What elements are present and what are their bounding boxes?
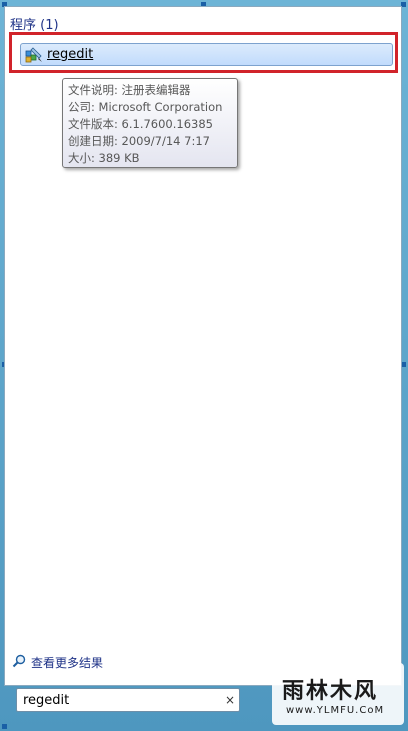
see-more-results-label: 查看更多结果 — [31, 656, 104, 670]
clear-search-icon[interactable]: × — [221, 693, 239, 707]
resize-handle-bottom-left[interactable] — [2, 724, 7, 729]
programs-section-title: 程序 (1) — [10, 18, 59, 33]
tooltip-file-description: 文件说明: 注册表编辑器 — [68, 83, 191, 97]
search-icon — [12, 653, 26, 672]
search-input[interactable]: regedit × — [16, 688, 240, 712]
tooltip-created-date: 创建日期: 2009/7/14 7:17 — [68, 134, 210, 148]
search-input-value: regedit — [23, 692, 70, 708]
start-menu-window: 程序 (1) regedit 文件说明: 注册表编辑器 公司: Microsof… — [0, 0, 408, 731]
tooltip-file-version: 文件版本: 6.1.7600.16385 — [68, 117, 213, 131]
registry-editor-icon — [25, 46, 43, 64]
see-more-results-link[interactable]: 查看更多结果 — [12, 653, 103, 672]
result-item-label: regedit — [47, 47, 94, 62]
watermark-logo: 雨林木风 www.YLMFU.CoM — [272, 663, 404, 725]
tooltip-company: 公司: Microsoft Corporation — [68, 100, 223, 114]
tooltip-size: 大小: 389 KB — [68, 151, 140, 165]
watermark-url: www.YLMFU.CoM — [286, 705, 385, 716]
file-info-tooltip: 文件说明: 注册表编辑器 公司: Microsoft Corporation 文… — [62, 78, 238, 168]
result-item-regedit[interactable]: regedit — [20, 43, 393, 66]
watermark-brand: 雨林木风 — [282, 679, 379, 704]
